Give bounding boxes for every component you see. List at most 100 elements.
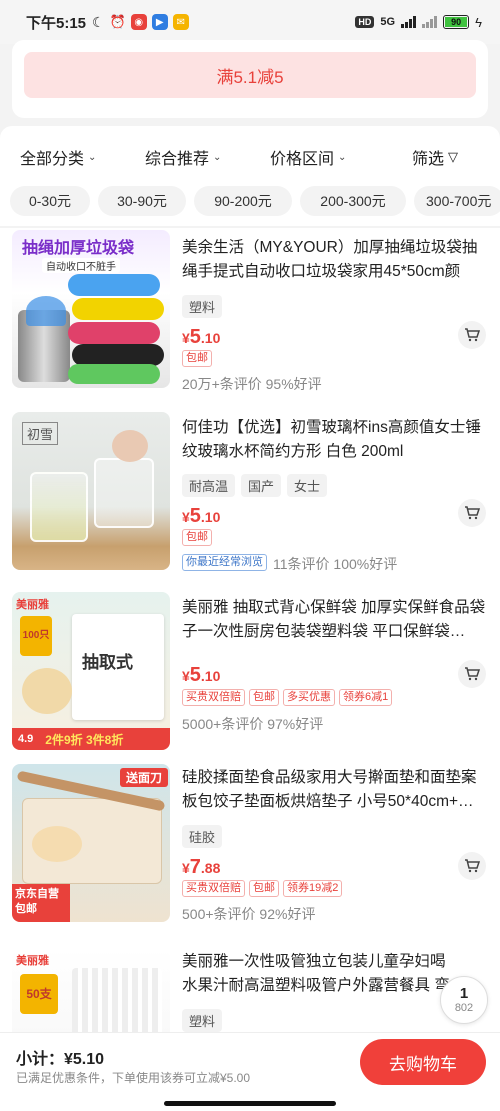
filter-price-range[interactable]: 价格区间 ⌄ — [270, 145, 346, 169]
product-title[interactable]: 美丽雅一次性吸管独立包装儿童孕妇喝水果汁耐高温塑料吸管户外露营餐具 弯头吸… — [182, 950, 452, 998]
product-tag: 国产 — [241, 474, 282, 497]
price-chip[interactable]: 30-90元 — [98, 186, 186, 216]
dough-graphic — [32, 826, 82, 862]
image-caption: 京东自营 包邮 — [12, 884, 70, 922]
price-currency: ¥ — [182, 509, 190, 525]
price-int: 5 — [189, 326, 201, 348]
price-dec: .10 — [200, 330, 221, 346]
discount-note: 已满足优惠条件，下单使用该券可立减¥5.00 — [16, 1071, 251, 1085]
app-notification-icon: ◉ — [130, 14, 147, 30]
product-item[interactable]: 初雪 何佳功【优选】初雪玻璃杯ins高颜值女士锤纹玻璃水杯简约方形 白色 200… — [0, 408, 500, 580]
product-title[interactable]: 硅胶揉面垫食品级家用大号擀面垫和面垫案板包饺子垫面板烘焙垫子 小号50*40cm… — [182, 766, 486, 814]
price-currency: ¥ — [182, 330, 190, 346]
app-notification-icon: ▶ — [151, 14, 168, 30]
product-image[interactable]: 初雪 — [12, 412, 170, 570]
promo-strip: 4.9 2件9折 3件8折 — [12, 728, 170, 750]
product-image[interactable]: 美丽雅 50支 — [12, 948, 170, 1032]
cart-icon — [465, 667, 480, 681]
product-badge: 买贵双倍赔 — [182, 689, 245, 706]
image-caption: 2件9折 3件8折 — [45, 732, 124, 747]
product-item[interactable]: 抽绳加厚垃圾袋 自动收口不脏手 美余生活（MY&YOUR）加厚抽绳垃圾袋抽绳手提… — [0, 228, 500, 400]
filter-recommend[interactable]: 综合推荐 ⌄ — [145, 145, 221, 169]
home-indicator[interactable] — [164, 1101, 336, 1106]
product-badge: 包邮 — [249, 880, 279, 897]
page-total: 802 — [454, 1002, 474, 1014]
image-price: 4.9 — [18, 733, 34, 745]
filter-label: 综合推荐 — [145, 151, 210, 168]
price-dec: .88 — [200, 860, 221, 876]
product-image[interactable]: 送面刀 京东自营 包邮 — [12, 764, 170, 922]
image-brand: 美丽雅 — [16, 955, 49, 967]
chevron-down-icon: ⌄ — [213, 151, 222, 163]
product-reviews: 500+条评价 92%好评 — [182, 906, 316, 922]
product-title[interactable]: 美余生活（MY&YOUR）加厚抽绳垃圾袋抽绳手提式自动收口垃圾袋家用45*50c… — [182, 236, 486, 284]
product-tag: 女士 — [287, 474, 328, 497]
add-to-cart-button[interactable] — [458, 321, 486, 349]
product-badge: 包邮 — [182, 350, 212, 367]
image-caption: 自动收口不脏手 — [42, 258, 120, 273]
price-int: 5 — [189, 505, 201, 527]
product-reviews: 20万+条评价 95%好评 — [182, 376, 322, 392]
product-image[interactable]: 抽绳加厚垃圾袋 自动收口不脏手 — [12, 230, 170, 388]
funnel-icon: ▽ — [448, 149, 459, 164]
roll-graphic — [72, 344, 164, 366]
signal-icon — [401, 16, 417, 28]
chevron-down-icon: ⌄ — [338, 151, 347, 163]
price-currency: ¥ — [182, 668, 190, 684]
product-tag: 塑料 — [182, 1009, 223, 1032]
product-image[interactable]: 美丽雅 100只 抽取式 4.9 2件9折 3件8折 — [12, 592, 170, 750]
filter-screen[interactable]: 筛选 ▽ — [412, 145, 458, 169]
page-counter[interactable]: 1 802 — [440, 976, 488, 1024]
product-price: ¥5.10 — [182, 505, 220, 528]
product-price: ¥5.10 — [182, 326, 220, 349]
add-to-cart-button[interactable] — [458, 852, 486, 880]
bread-graphic — [22, 668, 72, 714]
product-tag: 耐高温 — [182, 474, 236, 497]
hd-icon: HD — [355, 16, 375, 28]
cart-icon — [465, 506, 480, 520]
hand-graphic — [112, 430, 148, 462]
image-caption: 50支 — [20, 974, 58, 1014]
product-title[interactable]: 美丽雅 抽取式背心保鲜袋 加厚实保鲜食品袋子一次性厨房包装袋塑料袋 平口保鲜袋… — [182, 596, 486, 644]
product-item[interactable]: 送面刀 京东自营 包邮 硅胶揉面垫食品级家用大号擀面垫和面垫案板包饺子垫面板烘焙… — [0, 758, 500, 930]
image-caption: 送面刀 — [120, 768, 169, 787]
product-title[interactable]: 何佳功【优选】初雪玻璃杯ins高颜值女士锤纹玻璃水杯简约方形 白色 200ml — [182, 416, 486, 464]
battery-level: 90 — [445, 17, 468, 27]
image-brand: 美丽雅 — [16, 599, 49, 611]
recent-browse-badge: 你最近经常浏览 — [182, 554, 267, 571]
product-item[interactable]: 美丽雅 50支 美丽雅一次性吸管独立包装儿童孕妇喝水果汁耐高温塑料吸管户外露营餐… — [0, 942, 500, 1032]
filter-all-categories[interactable]: 全部分类 ⌄ — [20, 145, 96, 169]
bottom-bar: 小计：¥5.10 已满足优惠条件，下单使用该券可立减¥5.00 去购物车 — [0, 1032, 500, 1111]
product-reviews: 11条评价 100%好评 — [273, 556, 398, 572]
add-to-cart-button[interactable] — [458, 499, 486, 527]
price-chip[interactable]: 0-30元 — [10, 186, 90, 216]
price-chip[interactable]: 90-200元 — [194, 186, 292, 216]
go-to-cart-button[interactable]: 去购物车 — [360, 1039, 486, 1085]
page-current: 1 — [459, 985, 469, 1002]
price-currency: ¥ — [182, 860, 190, 876]
roll-graphic — [68, 274, 160, 296]
subtotal: 小计：¥5.10 — [16, 1051, 105, 1068]
filter-label: 全部分类 — [20, 151, 85, 168]
add-to-cart-button[interactable] — [458, 660, 486, 688]
price-dec: .10 — [200, 668, 221, 684]
moon-icon: ☾ — [92, 13, 105, 30]
chevron-down-icon: ⌄ — [88, 151, 97, 163]
price-chip[interactable]: 300-700元 — [414, 186, 500, 216]
filter-label: 价格区间 — [270, 151, 335, 168]
product-price: ¥5.10 — [182, 664, 220, 687]
product-reviews: 5000+条评价 97%好评 — [182, 716, 324, 732]
coupon-text: 满5.1减5 — [216, 67, 284, 87]
mail-icon: ✉ — [172, 14, 189, 30]
price-chip[interactable]: 200-300元 — [300, 186, 406, 216]
bag-graphic — [26, 296, 66, 326]
glass-graphic — [94, 458, 154, 528]
product-badge: 买贵双倍赔 — [182, 880, 245, 897]
product-item[interactable]: 美丽雅 100只 抽取式 4.9 2件9折 3件8折 美丽雅 抽取式背心保鲜袋 … — [0, 588, 500, 760]
product-tag: 塑料 — [182, 295, 223, 318]
straws-graphic — [72, 968, 162, 1032]
cart-icon — [465, 859, 480, 873]
coupon-banner[interactable]: 满5.1减5 — [24, 52, 476, 98]
product-tag: 硅胶 — [182, 825, 223, 848]
product-price: ¥7.88 — [182, 856, 220, 879]
